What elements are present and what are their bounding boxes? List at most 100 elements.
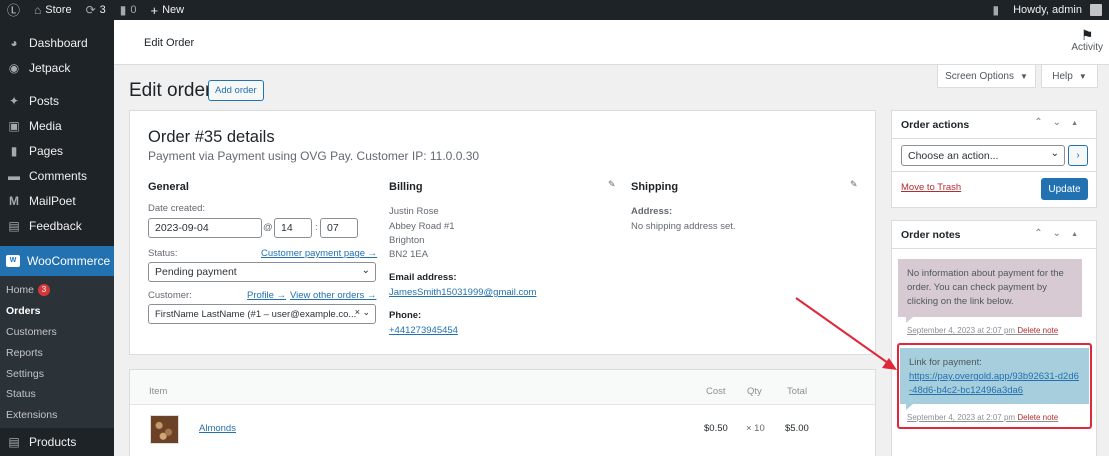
minute-input[interactable]: 07	[320, 218, 358, 238]
menu-woocommerce[interactable]: W WooCommerce	[0, 246, 114, 276]
move-to-trash-link[interactable]: Move to Trash	[901, 182, 961, 193]
item-cost: $0.50	[704, 423, 728, 434]
submenu-reports[interactable]: Reports	[0, 342, 114, 363]
delete-note-link[interactable]: Delete note	[1017, 326, 1058, 335]
hour-value: 14	[281, 222, 293, 234]
general-heading: General	[148, 181, 189, 193]
account-menu[interactable]: Howdy, admin	[1006, 0, 1109, 20]
activity-button[interactable]: ⚑ Activity	[1071, 28, 1103, 53]
menu-label: Feedback	[29, 218, 82, 233]
billing-phone-link[interactable]: +441273945454	[389, 325, 458, 336]
product-thumbnail[interactable]	[150, 415, 179, 444]
updates-icon: ⟳	[85, 3, 96, 17]
chevron-down-icon: ⌄	[1050, 148, 1059, 159]
menu-dashboard[interactable]: ◕ Dashboard	[0, 30, 114, 55]
menu-label: Media	[29, 118, 62, 133]
site-name: Store	[45, 4, 72, 16]
order-action-select[interactable]: Choose an action... ⌄	[901, 145, 1065, 166]
box-title: Order notes	[901, 228, 961, 241]
site-name-link[interactable]: ⌂ Store	[27, 0, 79, 20]
menu-products[interactable]: ▤ Products	[0, 428, 114, 456]
woocommerce-icon: W	[6, 255, 20, 267]
page-title: Edit order	[129, 80, 212, 101]
box-controls[interactable]: ⌃⌄▲	[1034, 117, 1088, 128]
media-icon: ▣	[8, 118, 20, 133]
feedback-icon: ▤	[8, 218, 20, 233]
status-select[interactable]: Pending payment ⌄	[148, 262, 376, 282]
flag-icon: ⚑	[1080, 27, 1094, 43]
dashboard-icon: ◕	[10, 35, 18, 50]
submenu-settings[interactable]: Settings	[0, 363, 114, 384]
submenu-label: Home	[6, 284, 35, 297]
archive-icon: ▤	[8, 434, 20, 449]
menu-jetpack[interactable]: ◉ Jetpack	[0, 55, 114, 80]
plus-icon: +	[150, 2, 159, 18]
note-timestamp: September 4, 2023 at 2:07 pm	[907, 413, 1016, 422]
woocommerce-submenu: Home 3 Orders Customers Reports Settings …	[0, 276, 114, 428]
delete-note-link[interactable]: Delete note	[1017, 413, 1058, 422]
hour-input[interactable]: 14	[274, 218, 312, 238]
view-other-orders-link[interactable]: View other orders →	[290, 290, 376, 301]
new-content-link[interactable]: + New	[143, 0, 191, 20]
note-meta: September 4, 2023 at 2:07 pm Delete note	[907, 326, 1058, 335]
screen-options-button[interactable]: Screen Options ▼	[937, 65, 1036, 88]
item-qty: × 10	[746, 423, 765, 434]
item-column-header: Item	[149, 386, 168, 397]
menu-media[interactable]: ▣ Media	[0, 113, 114, 138]
customer-select[interactable]: FirstName LastName (#1 – user@example.co…	[148, 304, 376, 324]
order-note: No information about payment for the ord…	[898, 259, 1082, 317]
notes-link[interactable]: ▮	[986, 0, 1007, 20]
chevron-down-icon: ⌄	[361, 265, 370, 276]
box-controls[interactable]: ⌃⌄▲	[1034, 228, 1088, 239]
email-label: Email address:	[389, 272, 457, 283]
billing-line: Abbey Road #1	[389, 221, 455, 232]
cost-column-header: Cost	[706, 386, 726, 397]
submenu-extensions[interactable]: Extensions	[0, 405, 114, 426]
edit-billing-icon[interactable]: ✎	[608, 179, 616, 190]
screen-options-label: Screen Options	[945, 70, 1014, 82]
billing-email-link[interactable]: JamesSmith15031999@gmail.com	[389, 287, 536, 298]
order-items-panel: Item Cost Qty Total Almonds $0.50 × 10 $…	[129, 369, 876, 456]
submenu-orders[interactable]: Orders	[0, 301, 114, 322]
admin-sidebar: ◕ Dashboard ◉ Jetpack ✦ Posts ▣ Media ▮ Pages…	[0, 20, 114, 456]
apply-action-button[interactable]: ›	[1068, 145, 1088, 166]
order-heading: Order #35 details	[148, 128, 275, 146]
activity-label: Activity	[1071, 42, 1103, 53]
submenu-customers[interactable]: Customers	[0, 322, 114, 343]
menu-label: Products	[29, 434, 77, 449]
triangle-up-icon: ▲	[1071, 120, 1088, 127]
customer-value: FirstName LastName (#1 – user@example.co…	[155, 308, 357, 320]
order-action-value: Choose an action...	[908, 149, 999, 162]
message-icon: ▮	[992, 3, 1000, 17]
update-button[interactable]: Update	[1041, 178, 1088, 200]
menu-label: Pages	[29, 143, 64, 158]
billing-heading: Billing	[389, 181, 423, 193]
items-header-row	[130, 370, 875, 405]
profile-link[interactable]: Profile →	[247, 290, 286, 301]
date-created-label: Date created:	[148, 203, 206, 214]
chevron-right-icon: ›	[1076, 150, 1080, 161]
add-order-button[interactable]: Add order	[208, 80, 264, 101]
menu-posts[interactable]: ✦ Posts	[0, 88, 114, 113]
help-button[interactable]: Help ▼	[1041, 65, 1098, 88]
submenu-status[interactable]: Status	[0, 384, 114, 405]
time-separator: :	[315, 222, 318, 233]
menu-comments[interactable]: ▬ Comments	[0, 163, 114, 188]
submenu-home[interactable]: Home 3	[0, 280, 114, 301]
menu-mailpoet[interactable]: M MailPoet	[0, 188, 114, 213]
product-link[interactable]: Almonds	[199, 423, 236, 434]
order-subheading: Payment via Payment using OVG Pay. Custo…	[148, 149, 480, 163]
note-label: Link for payment:	[909, 357, 982, 368]
wordpress-logo[interactable]: Ⓛ	[0, 0, 27, 20]
menu-feedback[interactable]: ▤ Feedback	[0, 213, 114, 238]
menu-label: WooCommerce	[27, 254, 111, 268]
menu-pages[interactable]: ▮ Pages	[0, 138, 114, 163]
submenu-label: Status	[6, 388, 36, 401]
payment-link[interactable]: https://pay.overgold.app/93b92631-d2d6-4…	[909, 371, 1079, 396]
comments-link[interactable]: ▮ 0	[113, 0, 144, 20]
edit-shipping-icon[interactable]: ✎	[850, 179, 858, 190]
date-created-input[interactable]: 2023-09-04	[148, 218, 262, 238]
mailpoet-icon: M	[9, 193, 19, 208]
customer-payment-page-link[interactable]: Customer payment page →	[261, 248, 377, 259]
updates-link[interactable]: ⟳ 3	[79, 0, 113, 20]
